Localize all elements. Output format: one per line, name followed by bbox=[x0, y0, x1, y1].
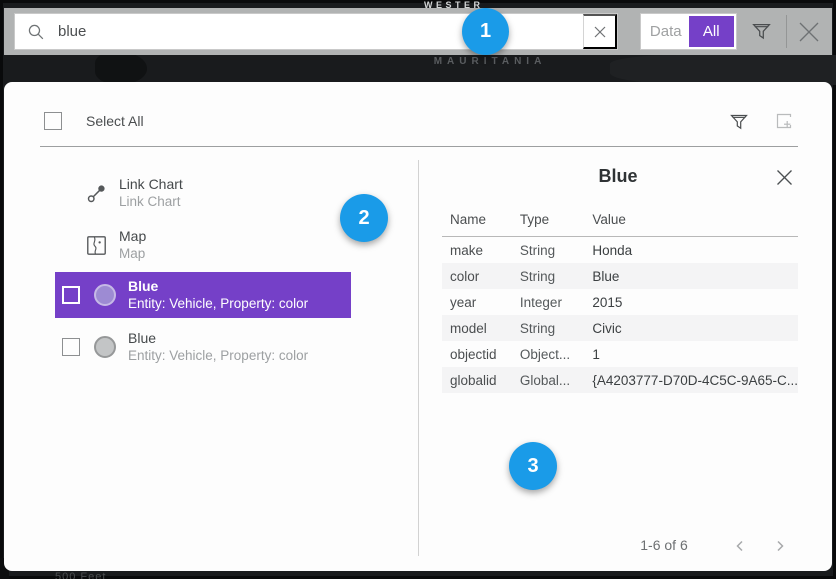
result-text: Blue Entity: Vehicle, Property: color bbox=[128, 278, 308, 312]
filter-button[interactable] bbox=[741, 12, 781, 52]
cell-value: 1 bbox=[584, 341, 798, 367]
table-row: model String Civic bbox=[442, 315, 798, 341]
link-chart-icon bbox=[86, 183, 107, 204]
cell-type: String bbox=[512, 237, 584, 264]
clear-x-icon bbox=[593, 25, 607, 39]
table-row: make String Honda bbox=[442, 237, 798, 264]
search-results-panel: Select All Link Chart Link Chart bbox=[4, 82, 832, 571]
cell-value: Honda bbox=[584, 237, 798, 264]
table-row: globalid Global... {A4203777-D70D-4C5C-9… bbox=[442, 367, 798, 393]
result-title: Map bbox=[119, 228, 146, 245]
result-subtitle: Entity: Vehicle, Property: color bbox=[128, 347, 308, 364]
result-item-link-chart[interactable]: Link Chart Link Chart bbox=[55, 170, 351, 216]
map-land-shape bbox=[95, 52, 147, 84]
table-row: objectid Object... 1 bbox=[442, 341, 798, 367]
callout-1: 1 bbox=[462, 8, 509, 55]
search-clear-button[interactable] bbox=[583, 14, 617, 49]
result-text: Map Map bbox=[119, 228, 146, 262]
toggle-option-data[interactable]: Data bbox=[643, 16, 689, 47]
callout-3: 3 bbox=[509, 442, 557, 490]
cell-type: Integer bbox=[512, 289, 584, 315]
details-close-button[interactable] bbox=[770, 163, 798, 191]
column-header-name: Name bbox=[442, 212, 512, 237]
select-all-row: Select All bbox=[44, 112, 144, 130]
select-all-checkbox[interactable] bbox=[44, 112, 62, 130]
cell-name: objectid bbox=[442, 341, 512, 367]
result-subtitle: Map bbox=[119, 245, 146, 262]
map-scale-label: 500 Feet bbox=[55, 571, 106, 579]
cell-name: model bbox=[442, 315, 512, 341]
map-label-western: WESTER bbox=[424, 0, 484, 8]
cell-value: Blue bbox=[584, 263, 798, 289]
list-details-divider bbox=[418, 160, 419, 556]
cell-value: {A4203777-D70D-4C5C-9A65-C... bbox=[584, 367, 798, 393]
filter-funnel-icon bbox=[751, 21, 772, 42]
cell-name: year bbox=[442, 289, 512, 315]
result-subtitle: Entity: Vehicle, Property: color bbox=[128, 295, 308, 312]
cell-type: Global... bbox=[512, 367, 584, 393]
column-header-value: Value bbox=[584, 212, 798, 237]
add-to-selection-button[interactable] bbox=[768, 105, 802, 139]
result-item-blue-selected[interactable]: Blue Entity: Vehicle, Property: color bbox=[55, 272, 351, 318]
column-header-type: Type bbox=[512, 212, 584, 237]
result-text: Blue Entity: Vehicle, Property: color bbox=[128, 330, 308, 364]
cell-value: 2015 bbox=[584, 289, 798, 315]
cell-type: Object... bbox=[512, 341, 584, 367]
app-viewport: WESTER MAURITANIA 500 Feet Data All bbox=[0, 0, 836, 579]
map-label-mauritania: MAURITANIA bbox=[380, 56, 600, 67]
cell-name: make bbox=[442, 237, 512, 264]
add-selection-icon bbox=[774, 111, 796, 133]
map-region-shape bbox=[610, 55, 836, 85]
cell-type: String bbox=[512, 315, 584, 341]
map-icon bbox=[86, 235, 107, 256]
pagination-label: 1-6 of 6 bbox=[599, 537, 729, 553]
search-icon bbox=[27, 23, 45, 41]
filter-funnel-icon bbox=[729, 112, 749, 132]
attributes-table: Name Type Value make String Honda color … bbox=[442, 212, 798, 393]
results-filter-button[interactable] bbox=[722, 105, 756, 139]
table-header-row: Name Type Value bbox=[442, 212, 798, 237]
data-all-toggle: Data All bbox=[640, 13, 737, 50]
result-title: Blue bbox=[128, 330, 308, 347]
result-title: Blue bbox=[128, 278, 308, 295]
callout-number: 1 bbox=[480, 20, 491, 43]
toggle-option-all[interactable]: All bbox=[689, 16, 735, 47]
chevron-left-icon bbox=[734, 540, 746, 552]
result-subtitle: Link Chart bbox=[119, 193, 183, 210]
pagination-next-button[interactable] bbox=[768, 534, 792, 558]
entity-circle-icon bbox=[94, 336, 116, 358]
close-x-icon bbox=[775, 168, 794, 187]
panel-header-divider bbox=[40, 146, 798, 147]
table-row: year Integer 2015 bbox=[442, 289, 798, 315]
result-text: Link Chart Link Chart bbox=[119, 176, 183, 210]
callout-number: 3 bbox=[527, 455, 538, 478]
pagination-prev-button[interactable] bbox=[728, 534, 752, 558]
close-search-button[interactable] bbox=[787, 10, 831, 54]
cell-type: String bbox=[512, 263, 584, 289]
close-x-icon bbox=[796, 19, 822, 45]
result-title: Link Chart bbox=[119, 176, 183, 193]
callout-number: 2 bbox=[358, 207, 369, 230]
cell-value: Civic bbox=[584, 315, 798, 341]
result-checkbox[interactable] bbox=[62, 286, 80, 304]
result-item-blue[interactable]: Blue Entity: Vehicle, Property: color bbox=[55, 324, 351, 370]
chevron-right-icon bbox=[774, 540, 786, 552]
result-checkbox[interactable] bbox=[62, 338, 80, 356]
search-toolbar: Data All bbox=[4, 8, 832, 55]
cell-name: color bbox=[442, 263, 512, 289]
result-item-map[interactable]: Map Map bbox=[55, 222, 351, 268]
entity-circle-icon bbox=[94, 284, 116, 306]
search-box bbox=[14, 13, 618, 50]
cell-name: globalid bbox=[442, 367, 512, 393]
callout-2: 2 bbox=[340, 194, 388, 242]
select-all-label: Select All bbox=[86, 113, 144, 129]
table-row: color String Blue bbox=[442, 263, 798, 289]
details-title: Blue bbox=[422, 166, 814, 187]
